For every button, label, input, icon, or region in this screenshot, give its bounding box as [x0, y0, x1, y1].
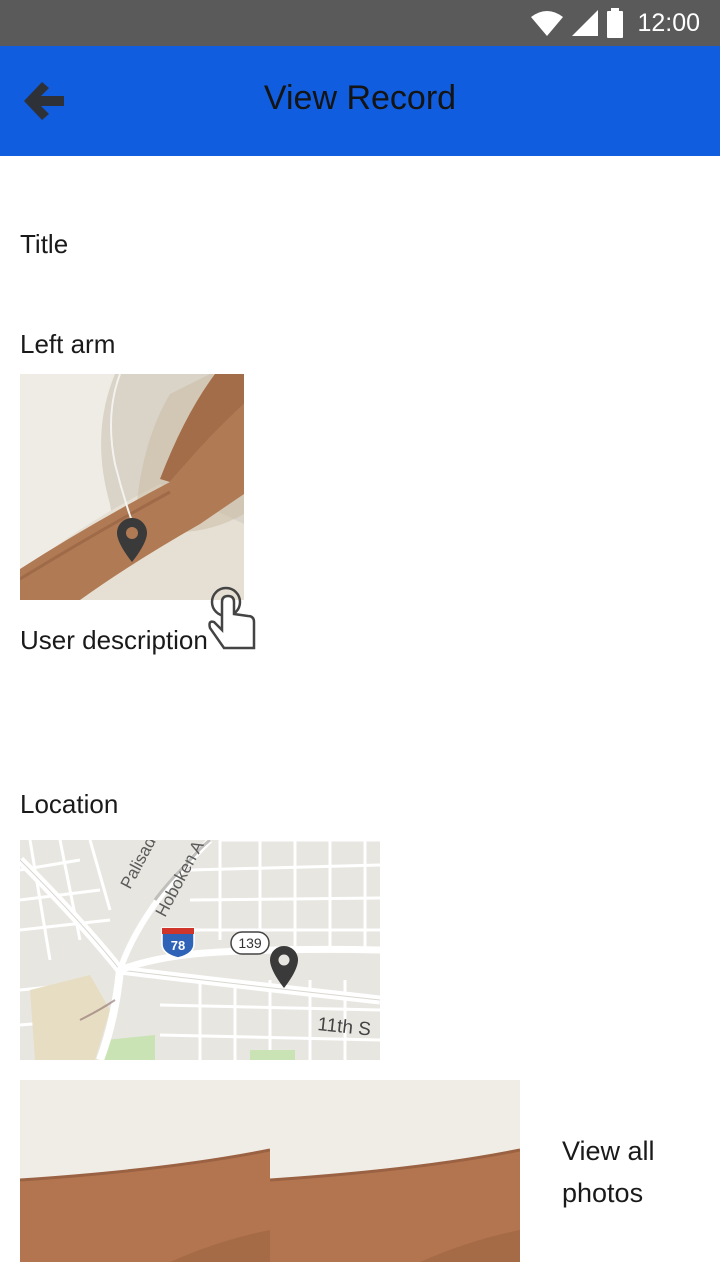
location-map[interactable]: Palisade Hoboken A 78 139 11th S: [20, 840, 380, 1060]
wifi-icon: [531, 11, 564, 36]
view-all-photos-link[interactable]: View all photos: [562, 1130, 692, 1214]
arm-photo-image: [20, 374, 244, 600]
user-description-label: User description: [20, 625, 208, 655]
status-icons: 12:00: [531, 0, 700, 46]
arm-closeup-image: [270, 1080, 520, 1262]
tap-gesture-icon: [208, 586, 256, 650]
location-label: Location: [20, 789, 119, 819]
gallery-photo-2[interactable]: [270, 1080, 520, 1262]
arm-closeup-image: [20, 1080, 270, 1262]
body-part-photo[interactable]: [20, 374, 244, 600]
page-title: View Record: [263, 79, 457, 117]
status-time: 12:00: [637, 8, 700, 37]
interstate-shield-number: 78: [171, 938, 185, 953]
interstate-shield-icon: 78: [161, 927, 195, 959]
route-shield-number: 139: [238, 935, 262, 951]
map-image: Palisade Hoboken A 78 139 11th S: [20, 840, 380, 1060]
record-title-label: Title: [20, 229, 69, 259]
gallery-photo-1[interactable]: [20, 1080, 270, 1262]
battery-icon: [607, 8, 624, 38]
app-bar: View Record: [0, 46, 720, 156]
route-shield-icon: 139: [230, 931, 270, 955]
map-pin-icon: [117, 518, 147, 562]
body-part-label: Left arm: [20, 329, 116, 359]
cellular-signal-icon: [572, 10, 599, 36]
location-pin-icon: [270, 946, 298, 988]
status-bar: 12:00: [0, 0, 720, 46]
